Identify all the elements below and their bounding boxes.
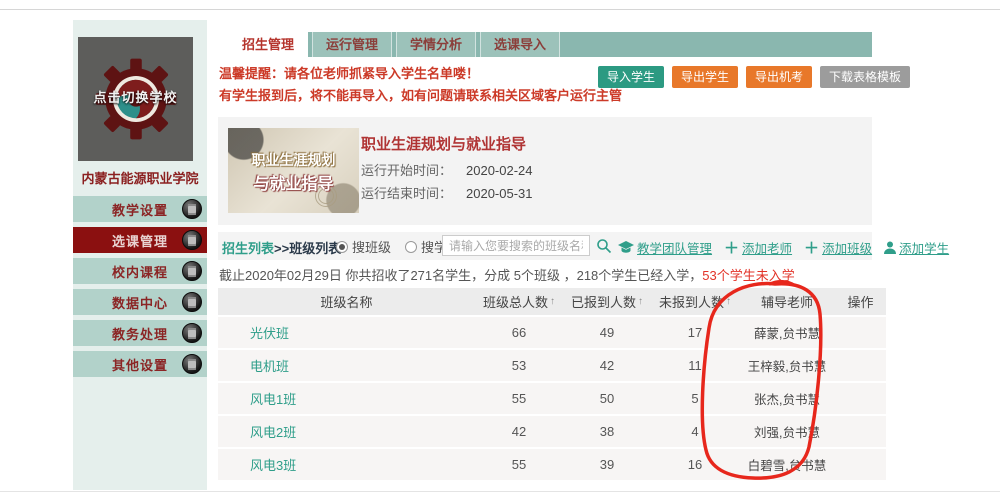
add-teacher-link[interactable]: ＋ 添加老师: [724, 237, 792, 258]
sidebar-item-school-courses[interactable]: 校内课程: [73, 258, 207, 284]
plus-icon: ＋: [724, 237, 739, 258]
course-start-time: 运行开始时间：2020-02-24: [361, 160, 533, 179]
menu-badge-icon: [182, 199, 202, 219]
col-total: 班级总人数↑: [475, 292, 563, 311]
sidebar-menu: 教学设置 选课管理 校内课程 数据中心 教务处理 其他设置: [73, 196, 207, 382]
radio-search-class[interactable]: 搜班级: [336, 237, 391, 256]
table-header: 班级名称 班级总人数↑ 已报到人数↑ 未报到人数↑ 辅导老师 操作: [218, 288, 886, 315]
menu-badge-icon: [182, 261, 202, 281]
teachers-cell: 刘强,贠书慧: [739, 422, 835, 441]
teachers-cell: 王梓毅,贠书慧: [739, 356, 835, 375]
sidebar-item-academic-affairs[interactable]: 教务处理: [73, 320, 207, 346]
add-student-link[interactable]: 添加学生: [884, 238, 949, 257]
sort-icon[interactable]: ↑: [726, 296, 731, 307]
export-students-button[interactable]: 导出学生: [672, 66, 738, 88]
menu-badge-icon: [182, 292, 202, 312]
col-class-name: 班级名称: [218, 292, 475, 311]
menu-badge-icon: [182, 230, 202, 250]
sidebar: 点击切换学校 内蒙古能源职业学院 教学设置 选课管理 校内课程 数据中心 教务处…: [73, 20, 207, 490]
class-search-input[interactable]: [442, 235, 590, 256]
col-action: 操作: [835, 292, 886, 311]
sort-icon[interactable]: ↑: [550, 296, 555, 307]
team-management-link[interactable]: 教学团队管理: [618, 238, 712, 257]
export-exam-button[interactable]: 导出机考: [746, 66, 812, 88]
plus-icon: ＋: [804, 237, 819, 258]
enrollment-summary: 截止2020年02月29日 你共招收了271名学生，分成 5个班级 ，218个学…: [219, 265, 795, 284]
course-banner-image: 职业生涯规划 与就业指导: [228, 128, 359, 213]
class-table: 班级名称 班级总人数↑ 已报到人数↑ 未报到人数↑ 辅导老师 操作 光伏班 66…: [218, 288, 886, 480]
table-row: 电机班 53 42 11 王梓毅,贠书慧: [218, 350, 886, 381]
class-name-link[interactable]: 风电2班: [218, 422, 475, 441]
tab-bar: 招生管理 运行管理 学情分析 选课导入: [228, 32, 872, 57]
breadcrumb: 招生列表>>班级列表: [222, 238, 341, 257]
import-students-button[interactable]: 导入学生: [598, 66, 664, 88]
bottom-divider: [0, 491, 1000, 492]
class-name-link[interactable]: 电机班: [218, 356, 475, 375]
teachers-cell: 白碧雪,贠书慧: [739, 455, 835, 474]
school-name: 内蒙古能源职业学院: [73, 168, 207, 187]
not-enrolled-highlight: 53个学生未入学: [702, 268, 794, 283]
notice-line-2: 有学生报到后，将不能再导入，如有问题请联系相关区域客户运行主管: [219, 85, 622, 104]
class-name-link[interactable]: 光伏班: [218, 323, 475, 342]
teachers-cell: 张杰,贠书慧: [739, 389, 835, 408]
tab-learning-analysis[interactable]: 学情分析: [396, 32, 476, 57]
school-logo[interactable]: 点击切换学校: [78, 37, 193, 161]
course-panel: 职业生涯规划 与就业指导 职业生涯规划与就业指导 运行开始时间：2020-02-…: [218, 117, 872, 225]
download-template-button[interactable]: 下载表格模板: [820, 66, 910, 88]
tab-course-import[interactable]: 选课导入: [480, 32, 560, 57]
class-name-link[interactable]: 风电3班: [218, 455, 475, 474]
tab-enrollment-management[interactable]: 招生管理: [228, 32, 308, 57]
class-name-link[interactable]: 风电1班: [218, 389, 475, 408]
action-buttons: 导入学生 导出学生 导出机考 下载表格模板: [598, 66, 910, 88]
top-divider: [0, 9, 1000, 10]
teachers-cell: 薛蒙,贠书慧: [739, 323, 835, 342]
menu-badge-icon: [182, 323, 202, 343]
col-reported: 已报到人数↑: [563, 292, 651, 311]
sidebar-item-teaching-settings[interactable]: 教学设置: [73, 196, 207, 222]
notice-line-1: 温馨提醒：请各位老师抓紧导入学生名单喽！: [219, 63, 479, 82]
course-title: 职业生涯规划与就业指导: [361, 133, 526, 154]
table-row: 风电3班 55 39 16 白碧雪,贠书慧: [218, 449, 886, 480]
col-unreported: 未报到人数↑: [651, 292, 739, 311]
table-row: 风电1班 55 50 5 张杰,贠书慧: [218, 383, 886, 414]
tab-operation-management[interactable]: 运行管理: [312, 32, 392, 57]
sidebar-item-other-settings[interactable]: 其他设置: [73, 351, 207, 377]
sidebar-item-data-center[interactable]: 数据中心: [73, 289, 207, 315]
menu-badge-icon: [182, 354, 202, 374]
table-row: 光伏班 66 49 17 薛蒙,贠书慧: [218, 317, 886, 348]
list-toolbar: 招生列表>>班级列表 搜班级 搜学生 教学团队管理: [218, 232, 872, 260]
search-icon[interactable]: [596, 238, 612, 254]
graduation-cap-icon: [618, 241, 634, 254]
radio-unselected-icon: [405, 241, 417, 253]
radio-selected-icon: [336, 241, 348, 253]
toolbar-links: 教学团队管理 ＋ 添加老师 ＋ 添加班级 添加学生: [618, 237, 949, 258]
sort-icon[interactable]: ↑: [638, 296, 643, 307]
add-class-link[interactable]: ＋ 添加班级: [804, 237, 872, 258]
col-teachers: 辅导老师: [739, 292, 835, 311]
person-icon: [884, 241, 896, 254]
course-end-time: 运行结束时间：2020-05-31: [361, 183, 533, 202]
table-row: 风电2班 42 38 4 刘强,贠书慧: [218, 416, 886, 447]
switch-school-label[interactable]: 点击切换学校: [78, 87, 193, 106]
sidebar-item-course-selection[interactable]: 选课管理: [73, 227, 207, 253]
